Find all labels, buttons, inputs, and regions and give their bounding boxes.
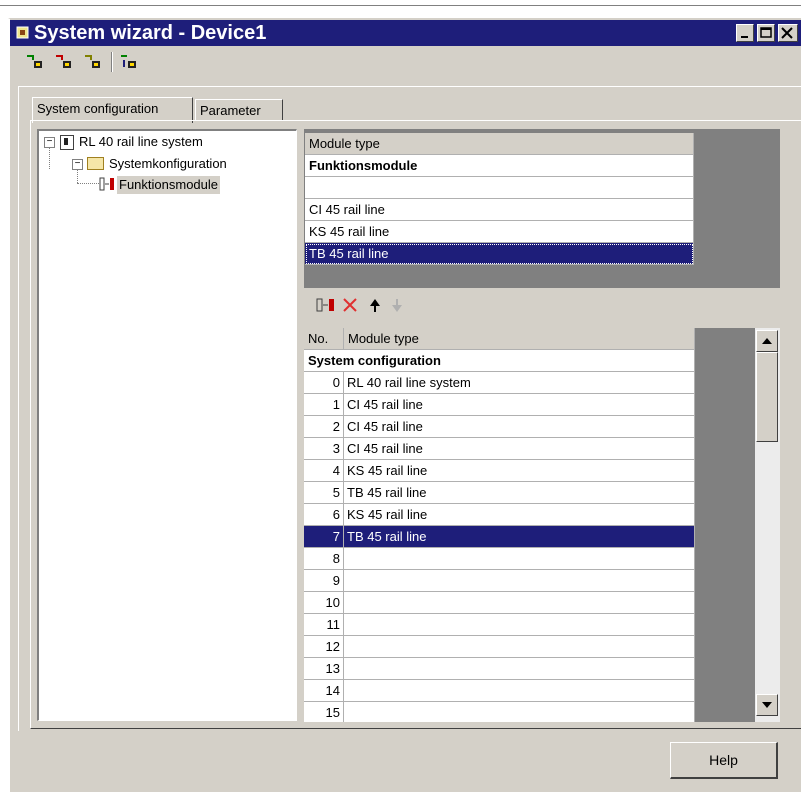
table-row[interactable]: 9 xyxy=(304,570,695,592)
row-number: 9 xyxy=(304,570,344,592)
folder-icon xyxy=(87,157,104,170)
tab-label: System configuration xyxy=(37,101,159,116)
row-number: 6 xyxy=(304,504,344,526)
config-table[interactable]: No. Module type System configuration 0 RL… xyxy=(304,328,695,722)
row-number: 12 xyxy=(304,636,344,658)
row-module-type[interactable] xyxy=(344,614,695,636)
table-row[interactable]: 8 xyxy=(304,548,695,570)
row-number: 14 xyxy=(304,680,344,702)
table-row[interactable]: 3 CI 45 rail line xyxy=(304,438,695,460)
move-down-icon[interactable] xyxy=(388,296,406,314)
row-module-type[interactable]: RL 40 rail line system xyxy=(344,372,695,394)
insert-module-icon[interactable] xyxy=(316,296,336,314)
row-module-type[interactable] xyxy=(344,658,695,680)
scroll-thumb[interactable] xyxy=(756,352,778,442)
move-up-icon[interactable] xyxy=(366,296,384,314)
row-number: 2 xyxy=(304,416,344,438)
module-remove-icon[interactable] xyxy=(51,51,75,73)
row-module-type[interactable] xyxy=(344,636,695,658)
table-row[interactable]: 0 RL 40 rail line system xyxy=(304,372,695,394)
module-info-icon[interactable] xyxy=(116,51,140,73)
module-swap-icon[interactable] xyxy=(80,51,104,73)
table-row[interactable]: 7 TB 45 rail line xyxy=(304,526,695,548)
row-number: 3 xyxy=(304,438,344,460)
table-row[interactable]: 1 CI 45 rail line xyxy=(304,394,695,416)
table-row[interactable]: 12 xyxy=(304,636,695,658)
row-number: 7 xyxy=(304,526,344,548)
window-title: System wizard - Device1 xyxy=(34,22,267,44)
table-row[interactable]: 14 xyxy=(304,680,695,702)
table-row[interactable]: 5 TB 45 rail line xyxy=(304,482,695,504)
table-row[interactable]: 13 xyxy=(304,658,695,680)
row-number: 8 xyxy=(304,548,344,570)
row-number: 0 xyxy=(304,372,344,394)
row-module-type[interactable]: TB 45 rail line xyxy=(344,526,695,548)
help-button[interactable]: Help xyxy=(670,742,778,779)
maximize-button[interactable] xyxy=(757,24,775,42)
row-number: 11 xyxy=(304,614,344,636)
column-header-no[interactable]: No. xyxy=(304,328,344,350)
tree-item-root[interactable]: RL 40 rail line system xyxy=(79,133,203,151)
row-number: 15 xyxy=(304,702,344,722)
row-number: 1 xyxy=(304,394,344,416)
module-list-empty-area xyxy=(695,129,780,288)
column-header-module-type[interactable]: Module type xyxy=(344,328,695,350)
module-list-item[interactable]: TB 45 rail line xyxy=(305,243,694,265)
table-row[interactable]: 10 xyxy=(304,592,695,614)
row-module-type[interactable] xyxy=(344,680,695,702)
module-list-item[interactable] xyxy=(305,177,694,199)
module-list-item[interactable]: CI 45 rail line xyxy=(305,199,694,221)
row-number: 10 xyxy=(304,592,344,614)
tree-expander-child[interactable]: − xyxy=(72,159,83,170)
module-tree[interactable]: − RL 40 rail line system − Systemkonfigu… xyxy=(37,129,297,721)
app-icon xyxy=(15,25,30,40)
row-number: 4 xyxy=(304,460,344,482)
module-list-item[interactable]: KS 45 rail line xyxy=(305,221,694,243)
row-module-type[interactable] xyxy=(344,570,695,592)
row-number: 5 xyxy=(304,482,344,504)
tree-item-funktionsmodule[interactable]: Funktionsmodule xyxy=(117,176,220,194)
delete-icon[interactable] xyxy=(341,296,359,314)
toolbar-separator xyxy=(111,52,113,72)
row-module-type[interactable]: CI 45 rail line xyxy=(344,438,695,460)
row-module-type[interactable]: TB 45 rail line xyxy=(344,482,695,504)
row-module-type[interactable]: CI 45 rail line xyxy=(344,416,695,438)
scroll-down-button[interactable] xyxy=(756,694,778,716)
row-module-type[interactable]: KS 45 rail line xyxy=(344,504,695,526)
table-row[interactable]: 4 KS 45 rail line xyxy=(304,460,695,482)
module-list-group: Funktionsmodule xyxy=(305,155,694,177)
close-button[interactable] xyxy=(778,24,798,42)
scroll-up-button[interactable] xyxy=(756,330,778,352)
row-module-type[interactable] xyxy=(344,592,695,614)
module-add-icon[interactable] xyxy=(22,51,46,73)
row-module-type[interactable] xyxy=(344,702,695,722)
tab-parameter[interactable]: Parameter xyxy=(195,99,283,121)
table-row[interactable]: 2 CI 45 rail line xyxy=(304,416,695,438)
config-table-empty-area xyxy=(695,328,755,722)
table-row[interactable]: 11 xyxy=(304,614,695,636)
table-row[interactable]: 6 KS 45 rail line xyxy=(304,504,695,526)
tree-item-systemkonfiguration[interactable]: Systemkonfiguration xyxy=(109,155,227,173)
function-module-icon xyxy=(99,177,115,191)
row-number: 13 xyxy=(304,658,344,680)
row-module-type[interactable] xyxy=(344,548,695,570)
background-window-edge xyxy=(0,0,801,6)
row-module-type[interactable]: CI 45 rail line xyxy=(344,394,695,416)
device-icon xyxy=(60,135,74,150)
tab-label: Parameter xyxy=(200,103,261,118)
config-toolbar xyxy=(304,288,780,328)
module-list-header[interactable]: Module type xyxy=(305,133,694,155)
tree-expander-root[interactable]: − xyxy=(44,137,55,148)
vertical-scrollbar[interactable] xyxy=(755,328,780,722)
minimize-button[interactable] xyxy=(736,24,754,42)
config-table-group: System configuration xyxy=(304,350,695,372)
table-row[interactable]: 15 xyxy=(304,702,695,722)
row-module-type[interactable]: KS 45 rail line xyxy=(344,460,695,482)
